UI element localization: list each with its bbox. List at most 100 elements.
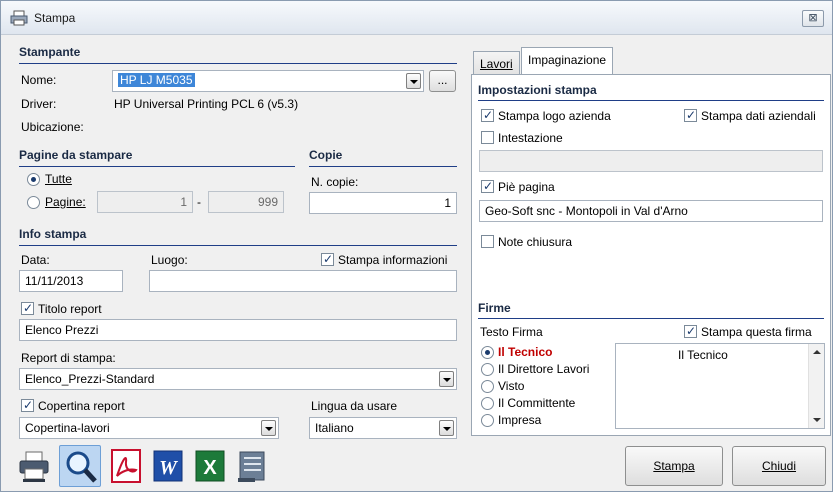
radio-firma-option[interactable] [481, 397, 494, 410]
copertina-report-label: Copertina report [38, 399, 125, 413]
checkbox-copertina-report[interactable] [21, 398, 34, 412]
page-to-input[interactable]: 999 [208, 191, 284, 213]
printer-select-value: HP LJ M5035 [118, 73, 195, 87]
pdf-icon[interactable] [109, 448, 143, 484]
note-chiusura-label: Note chiusura [498, 235, 573, 249]
radio-pagine[interactable] [27, 196, 40, 209]
copertina-select-value: Copertina-lavori [25, 421, 110, 435]
title-bar: Stampa ⊠ [1, 1, 832, 35]
luogo-label: Luogo: [151, 253, 188, 267]
titolo-report-input[interactable]: Elenco Prezzi [19, 319, 457, 341]
section-impostazioni-stampa: Impostazioni stampa [478, 83, 597, 97]
radio-firma-option[interactable] [481, 380, 494, 393]
radio-firma-option-label: Il Direttore Lavori [498, 362, 590, 376]
excel-icon[interactable]: X [193, 448, 227, 484]
copertina-select[interactable]: Copertina-lavori [19, 417, 279, 439]
tab-lavori[interactable]: Lavori [473, 51, 520, 75]
radio-tutte-label: Tutte [45, 172, 72, 186]
section-stampante: Stampante [19, 45, 81, 59]
chiudi-button-label: Chiudi [761, 459, 797, 473]
stampa-firma-label: Stampa questa firma [701, 325, 812, 339]
section-divider [19, 245, 457, 246]
pie-pagina-input[interactable]: Geo-Soft snc - Montopoli in Val d'Arno [479, 200, 823, 222]
stampa-button[interactable]: Stampa [625, 446, 723, 486]
tab-impaginazione-label: Impaginazione [528, 53, 607, 67]
section-info-stampa: Info stampa [19, 227, 87, 241]
radio-firma-option[interactable] [481, 346, 494, 359]
chiudi-button[interactable]: Chiudi [732, 446, 826, 486]
stampa-dati-label: Stampa dati aziendali [701, 109, 816, 123]
radio-firma-option-label: Il Tecnico [498, 345, 553, 359]
report-select[interactable]: Elenco_Prezzi-Standard [19, 368, 457, 390]
section-pagine: Pagine da stampare [19, 148, 133, 162]
lingua-select[interactable]: Italiano [309, 417, 457, 439]
section-divider [19, 166, 295, 167]
section-copie: Copie [309, 148, 343, 162]
print-dialog: Stampa ⊠ Stampante Nome: HP LJ M5035 ...… [0, 0, 833, 492]
tab-impaginazione[interactable]: Impaginazione [521, 47, 614, 75]
checkbox-stampa-logo[interactable] [481, 108, 494, 122]
section-divider [478, 318, 824, 319]
scroll-down-icon[interactable] [813, 418, 821, 422]
checkbox-stampa-informazioni[interactable] [321, 252, 334, 266]
chevron-down-icon[interactable] [261, 420, 276, 436]
page-from-input[interactable]: 1 [97, 191, 193, 213]
titolo-report-label: Titolo report [38, 302, 102, 316]
printer-icon[interactable] [17, 448, 51, 484]
checkbox-stampa-firma[interactable] [684, 324, 697, 338]
window-title: Stampa [34, 11, 76, 25]
radio-firma-option-label: Impresa [498, 413, 542, 427]
nome-label: Nome: [21, 73, 57, 87]
lingua-label: Lingua da usare [311, 399, 398, 413]
date-input[interactable]: 11/11/2013 [19, 270, 123, 292]
stampa-button-label: Stampa [653, 459, 695, 473]
printer-icon [10, 10, 28, 26]
radio-pagine-label-text: Pagine: [45, 195, 86, 209]
word-icon[interactable]: W [151, 448, 185, 484]
close-icon: ⊠ [808, 12, 818, 24]
ubicazione-label: Ubicazione: [21, 120, 84, 134]
close-button[interactable]: ⊠ [802, 10, 824, 27]
chevron-down-icon[interactable] [439, 371, 454, 387]
copies-input[interactable]: 1 [309, 192, 457, 214]
radio-firma-option-label: Il Committente [498, 396, 576, 410]
luogo-input[interactable] [149, 270, 457, 292]
export-icon[interactable] [235, 448, 269, 484]
radio-firma-option[interactable] [481, 414, 494, 427]
stampa-informazioni-label: Stampa informazioni [338, 253, 448, 267]
pie-pagina-label: Piè pagina [498, 180, 555, 194]
radio-firma-option-label: Visto [498, 379, 525, 393]
checkbox-intestazione[interactable] [481, 131, 494, 144]
radio-pagine-label: Pagine: [45, 195, 86, 209]
section-firme: Firme [478, 301, 511, 315]
stampa-logo-label: Stampa logo azienda [498, 109, 611, 123]
checkbox-stampa-dati[interactable] [684, 108, 697, 122]
scrollbar[interactable] [808, 344, 824, 428]
firma-text-value: Il Tecnico [678, 348, 728, 362]
checkbox-pie-pagina[interactable] [481, 179, 494, 193]
section-divider [309, 166, 457, 167]
radio-tutte[interactable] [27, 173, 40, 186]
copie-label: N. copie: [311, 175, 359, 189]
firma-text-box[interactable]: Il Tecnico [615, 343, 825, 429]
data-label: Data: [21, 253, 50, 267]
report-select-value: Elenco_Prezzi-Standard [25, 372, 155, 386]
radio-firma-option[interactable] [481, 363, 494, 376]
lingua-select-value: Italiano [315, 421, 354, 435]
section-divider [478, 100, 824, 101]
section-divider [19, 63, 457, 64]
printer-select[interactable]: HP LJ M5035 [112, 70, 424, 92]
page-range-dash: - [197, 195, 201, 209]
checkbox-note-chiusura[interactable] [481, 235, 494, 248]
driver-label: Driver: [21, 97, 57, 111]
driver-value: HP Universal Printing PCL 6 (v5.3) [114, 97, 299, 111]
tab-panel-impaginazione: Impostazioni stampa Stampa logo azienda … [471, 74, 831, 436]
chevron-down-icon[interactable] [406, 73, 421, 89]
scroll-up-icon[interactable] [813, 350, 821, 354]
printer-browse-button[interactable]: ... [429, 70, 456, 92]
preview-button[interactable] [59, 445, 101, 487]
preview-icon [66, 451, 97, 483]
checkbox-titolo-report[interactable] [21, 301, 34, 315]
intestazione-input[interactable] [479, 150, 823, 172]
chevron-down-icon[interactable] [439, 420, 454, 436]
